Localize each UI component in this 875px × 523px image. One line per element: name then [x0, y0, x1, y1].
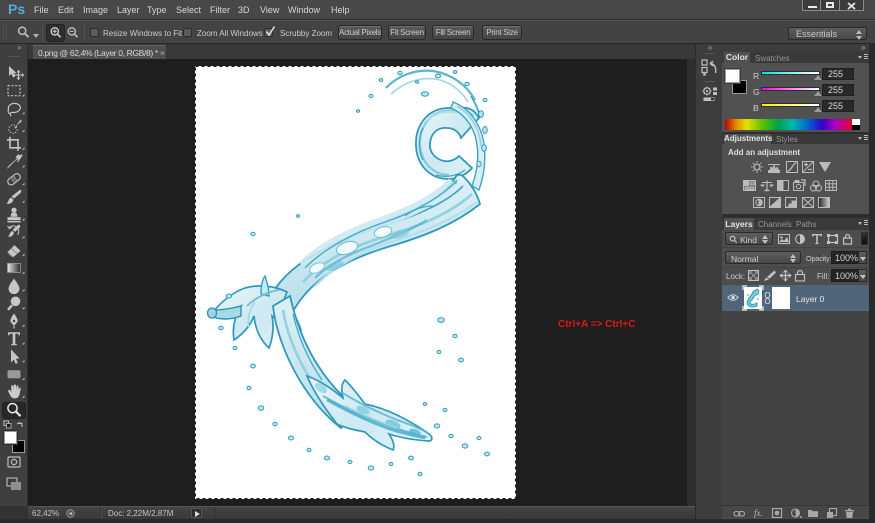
svg-text:fx.: fx.: [754, 508, 763, 518]
